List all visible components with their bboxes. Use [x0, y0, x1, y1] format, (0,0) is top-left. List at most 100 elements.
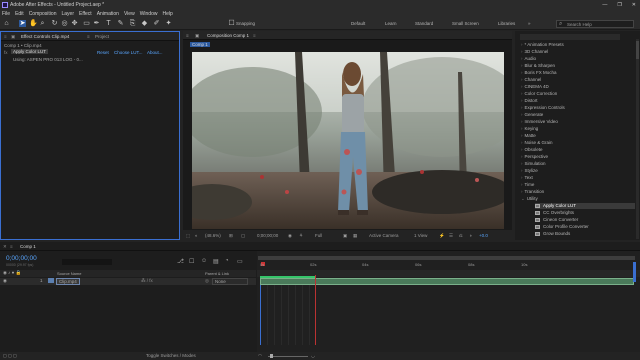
resolution-dropdown[interactable]: Full — [315, 233, 322, 238]
ep-utility[interactable]: ⌄ Utility — [521, 196, 538, 202]
fx-grow-bounds[interactable]: Grow Bounds — [535, 231, 570, 237]
ep-stylize[interactable]: › Stylize — [521, 168, 538, 173]
camera-dropdown[interactable]: Active Camera — [369, 233, 399, 238]
work-area-bar[interactable] — [258, 256, 635, 260]
visibility-icon[interactable]: ◉ — [3, 278, 7, 284]
minimize-button[interactable]: — — [602, 0, 607, 10]
eraser-tool-icon[interactable]: ◆ — [141, 20, 148, 27]
ep-generate[interactable]: › Generate — [521, 112, 543, 117]
ep-color-correction[interactable]: › Color Correction — [521, 91, 557, 96]
mask-toggle-icon[interactable]: ◐ — [195, 233, 198, 238]
viewer-timecode[interactable]: 0;00;00;00 — [257, 233, 278, 238]
column-parent-link[interactable]: Parent & Link — [205, 271, 229, 276]
ep-expression-controls[interactable]: › Expression Controls — [521, 105, 565, 110]
tab-composition[interactable]: Composition Comp 1 — [207, 32, 249, 39]
always-preview-icon[interactable]: ⬚ — [186, 233, 190, 239]
timeline-zoom-thumb[interactable] — [270, 354, 273, 358]
menu-effect[interactable]: Effect — [79, 11, 92, 17]
timeline-icon[interactable]: ☰ — [449, 233, 453, 239]
camera-tool-icon[interactable]: ◎ — [61, 20, 68, 27]
type-tool-icon[interactable]: T — [105, 20, 112, 27]
flowchart-icon[interactable]: ⎌ — [459, 233, 463, 238]
timeline-search-field[interactable] — [62, 259, 112, 265]
close-tab-icon[interactable]: ✕ — [3, 243, 7, 250]
ep-cinema-4d[interactable]: › CINEMA 4D — [521, 84, 549, 89]
ep-noise-grain[interactable]: › Noise & Grain — [521, 140, 553, 145]
clone-stamp-tool-icon[interactable]: ⎘ — [129, 20, 136, 27]
panel-menu-icon[interactable]: ≡ — [186, 32, 189, 39]
channel-icon[interactable]: ⚘ — [299, 233, 303, 239]
about-link[interactable]: About... — [147, 50, 163, 55]
comp-chip[interactable]: Comp 1 — [190, 42, 210, 47]
lock-icon[interactable]: ▣ — [11, 33, 15, 40]
workspace-libraries[interactable]: Libraries — [498, 21, 515, 26]
ep-simulation[interactable]: › Simulation — [521, 161, 546, 166]
tab-effect-controls[interactable]: Effect Controls Clip.mp4 — [21, 33, 69, 40]
reset-link[interactable]: Reset — [97, 50, 109, 55]
ep-matte[interactable]: › Matte — [521, 133, 536, 138]
panel-menu-icon[interactable]: ≡ — [4, 33, 7, 40]
brush-tool-icon[interactable]: ✎ — [117, 20, 124, 27]
ep-keying[interactable]: › Keying — [521, 126, 538, 131]
exposure-reset-icon[interactable]: ◑ — [469, 233, 472, 238]
ep-time[interactable]: › Time — [521, 182, 534, 187]
zoom-in-icon[interactable]: ◡ — [311, 353, 315, 359]
fast-previews-icon[interactable]: ⚡ — [439, 233, 445, 239]
home-icon[interactable]: ⌂ — [3, 20, 10, 27]
hand-tool-icon[interactable]: ✋ — [29, 20, 38, 27]
panel-options-icon[interactable]: ≡ — [253, 32, 256, 39]
roto-brush-tool-icon[interactable]: ✐ — [153, 20, 160, 27]
menu-help[interactable]: Help — [162, 11, 172, 17]
ep-blur-sharpen[interactable]: › Blur & Sharpen — [521, 63, 555, 68]
current-time-indicator[interactable] — [260, 285, 261, 345]
workspace-learn[interactable]: Learn — [385, 21, 397, 26]
layer-duration-bar[interactable] — [260, 278, 634, 285]
rotate-tool-icon[interactable]: ↻ — [51, 20, 58, 27]
effects-scrollbar-thumb[interactable] — [636, 41, 639, 59]
grid-options-icon[interactable]: ⊞ — [229, 233, 233, 239]
menu-window[interactable]: Window — [140, 11, 158, 17]
zoom-tool-icon[interactable]: ⌕ — [39, 20, 46, 27]
work-area-right-handle[interactable] — [633, 262, 636, 282]
fx-color-profile-converter[interactable]: Color Profile Converter — [535, 224, 589, 230]
transparency-grid-icon[interactable]: ▦ — [353, 233, 357, 239]
parent-dropdown[interactable]: None — [212, 278, 248, 285]
comp-mini-flowchart-icon[interactable]: ⎇ — [177, 258, 184, 265]
lock-icon[interactable]: ▣ — [195, 32, 199, 39]
graph-editor-icon[interactable]: ▭ — [237, 258, 243, 265]
workspace-default[interactable]: Default — [351, 21, 365, 26]
choose-lut-link[interactable]: Choose LUT... — [114, 50, 143, 55]
av-features-icon[interactable]: ◉ ♪ ● 🔒 — [3, 270, 21, 276]
snapping-label[interactable]: Snapping — [236, 21, 255, 26]
panel-options-icon[interactable]: ≡ — [87, 33, 90, 40]
search-help-field[interactable]: ⌕ Search Help — [556, 20, 634, 28]
pick-whip-icon[interactable]: ◎ — [205, 278, 209, 284]
ep-audio[interactable]: › Audio — [521, 56, 536, 61]
maximize-button[interactable]: ❐ — [617, 0, 621, 10]
timeline-timecode[interactable]: 0;00;00;00 — [6, 255, 37, 262]
pen-tool-icon[interactable]: ✒ — [93, 20, 100, 27]
effect-name[interactable]: Apply Color LUT — [11, 49, 49, 54]
fx-cineon-converter[interactable]: Cineon Converter — [535, 217, 578, 223]
menu-edit[interactable]: Edit — [15, 11, 24, 17]
views-dropdown[interactable]: 1 View — [414, 233, 427, 238]
tab-project[interactable]: Project — [95, 33, 109, 40]
frame-blending-icon[interactable]: ▤ — [213, 258, 219, 265]
effects-search-field[interactable] — [520, 34, 620, 40]
region-icon[interactable]: ▢ — [241, 233, 245, 239]
ep-immersive-video[interactable]: › Immersive Video — [521, 119, 558, 124]
zoom-out-icon[interactable]: ◠ — [258, 353, 262, 359]
timeline-zoom-slider[interactable] — [268, 356, 308, 357]
workspace-overflow-icon[interactable]: » — [528, 21, 531, 26]
layer-switches-icon[interactable]: ⁂ / fx — [141, 278, 153, 284]
pan-behind-tool-icon[interactable]: ✥ — [71, 20, 78, 27]
status-icons[interactable]: ◻ ◻ ◻ — [3, 353, 17, 359]
motion-blur-icon[interactable]: ◔ — [225, 258, 229, 264]
snapping-checkbox-icon[interactable]: ☐ — [228, 20, 235, 27]
workspace-small-screen[interactable]: Small Screen — [452, 21, 479, 26]
ep-3d-channel[interactable]: › 3D Channel — [521, 49, 548, 54]
menu-layer[interactable]: Layer — [61, 11, 74, 17]
column-source-name[interactable]: Source Name — [57, 271, 81, 276]
puppet-pin-tool-icon[interactable]: ✦ — [165, 20, 172, 27]
ep-distort[interactable]: › Distort — [521, 98, 538, 103]
